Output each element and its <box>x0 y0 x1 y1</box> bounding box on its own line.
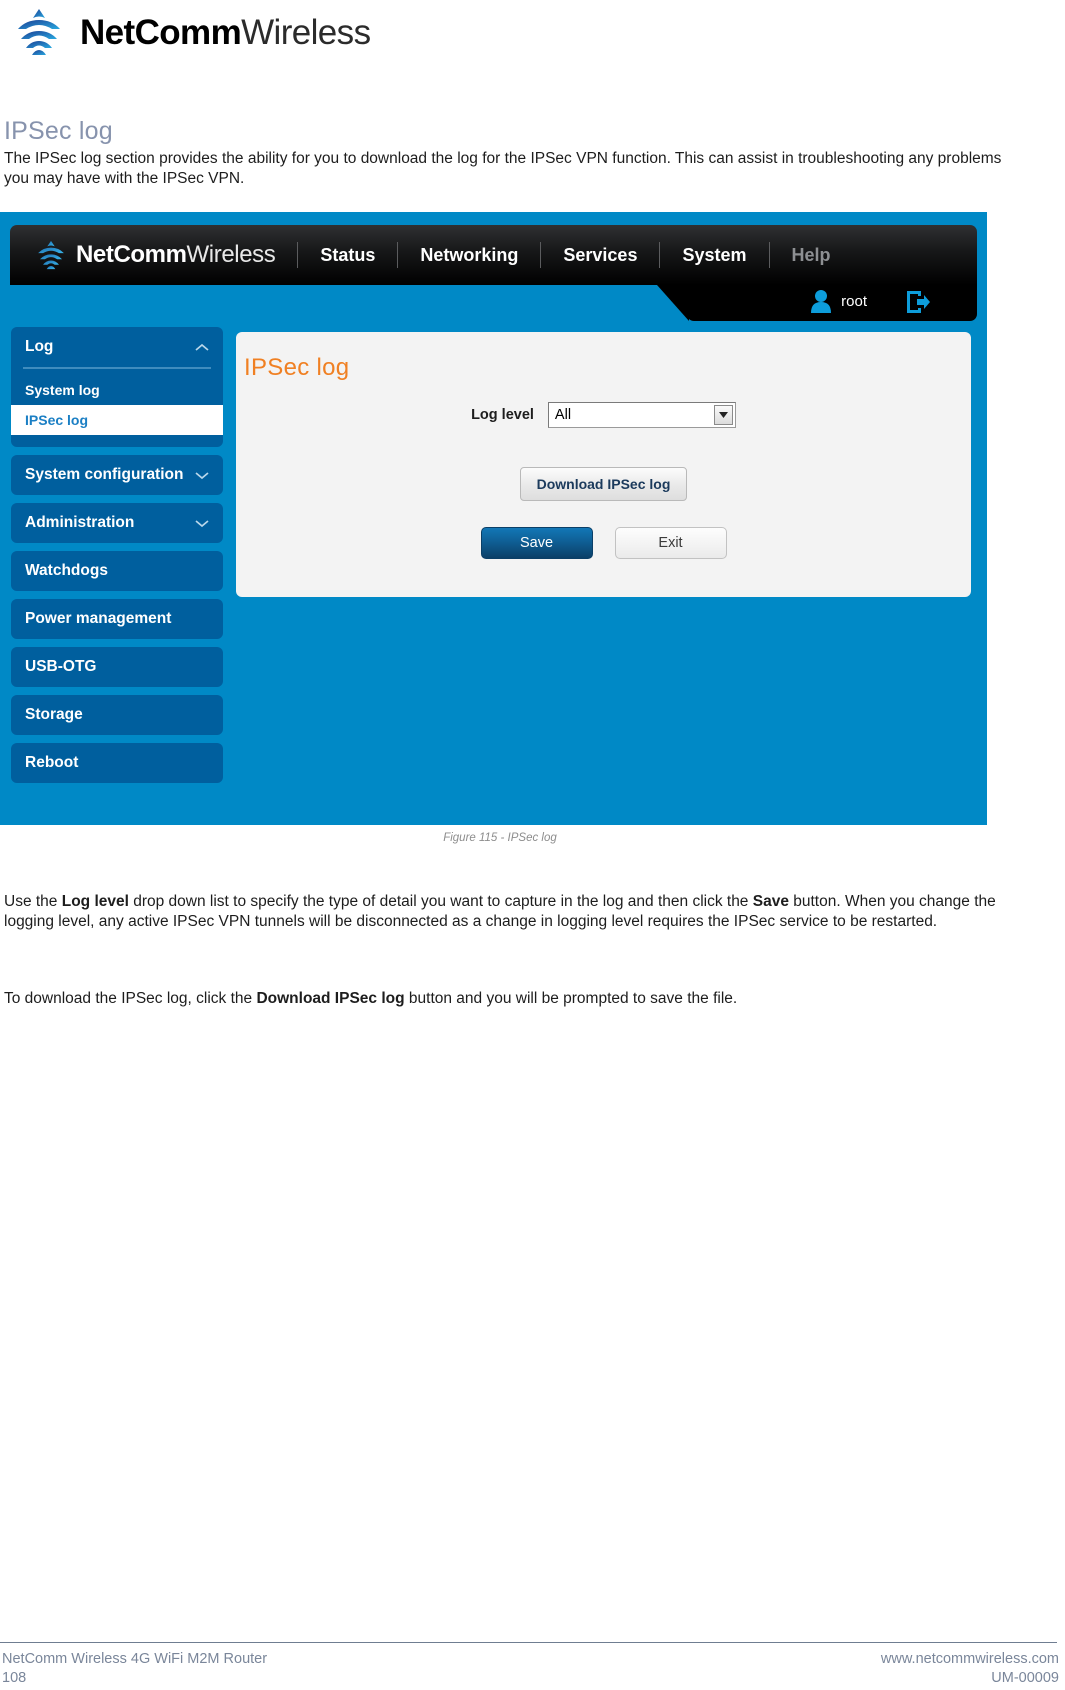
sidebar-group-label: Reboot <box>25 754 79 771</box>
sidebar-group-label: Storage <box>25 706 83 723</box>
sidebar-group-label: USB-OTG <box>25 658 97 675</box>
sidebar-group-power-management: Power management <box>11 599 223 639</box>
download-row: Download IPSec log <box>236 467 971 501</box>
nav-item-networking[interactable]: Networking <box>397 242 540 268</box>
user-strip-curve <box>657 285 689 321</box>
save-button[interactable]: Save <box>480 527 593 559</box>
navbar-user-strip: root <box>10 285 977 321</box>
chevron-up-icon <box>195 343 209 351</box>
logout-arrow-icon[interactable] <box>905 289 931 315</box>
sidebar-group-reboot: Reboot <box>11 743 223 783</box>
footer-right: www.netcommwireless.com UM-00009 <box>881 1650 1059 1688</box>
sidebar-group-label: Administration <box>25 514 135 531</box>
sidebar-item-reboot[interactable]: Reboot <box>11 743 223 783</box>
router-sidebar: Log System log IPSec log System configur… <box>11 327 223 791</box>
sidebar-item-watchdogs[interactable]: Watchdogs <box>11 551 223 591</box>
use-bold-save: Save <box>752 892 789 910</box>
footer-website: www.netcommwireless.com <box>880 1651 1059 1667</box>
wifi-arcs-icon <box>18 9 60 55</box>
nav-item-system[interactable]: System <box>659 242 768 268</box>
chevron-down-icon <box>195 519 209 527</box>
sidebar-group-watchdogs: Watchdogs <box>11 551 223 591</box>
panel-actions: Save Exit <box>236 527 971 559</box>
log-level-value: All <box>554 407 572 423</box>
panel-title: IPSec log <box>244 354 350 381</box>
intro-paragraph: The IPSec log section provides the abili… <box>4 149 1002 187</box>
chevron-down-icon <box>195 471 209 479</box>
navbar-wordmark: NetCommWireless <box>76 241 276 269</box>
router-navbar: NetCommWireless Status Networking Servic… <box>10 225 977 285</box>
user-name-label: root <box>841 292 867 310</box>
log-level-row: Log level All <box>236 402 971 428</box>
nav-item-help[interactable]: Help <box>768 242 853 268</box>
use-text-2: drop down list to specify the type of de… <box>128 892 753 910</box>
sidebar-divider <box>23 367 211 369</box>
brand-wordmark: NetCommWireless <box>80 12 371 52</box>
sidebar-group-system-configuration: System configuration <box>11 455 223 495</box>
footer-product-name: NetComm Wireless 4G WiFi M2M Router <box>2 1651 268 1667</box>
page-logo: NetCommWireless <box>8 4 371 60</box>
log-level-select[interactable]: All <box>547 402 736 428</box>
navbar-brand-bold: NetComm <box>76 241 187 268</box>
navbar-logo: NetCommWireless <box>32 238 276 272</box>
sidebar-group-label: Log <box>25 338 54 355</box>
footer-document-code: UM-00009 <box>991 1670 1059 1686</box>
sidebar-group-log: Log System log IPSec log <box>11 327 223 447</box>
footer-page-number: 108 <box>2 1670 27 1686</box>
sidebar-item-log[interactable]: Log <box>11 327 223 367</box>
sidebar-group-label: Watchdogs <box>25 562 108 579</box>
nav-item-services[interactable]: Services <box>540 242 659 268</box>
chevron-down-icon[interactable] <box>713 405 733 425</box>
log-level-label: Log level <box>471 407 534 423</box>
sidebar-group-storage: Storage <box>11 695 223 735</box>
ipsec-log-panel: IPSec log Log level All Download IPSec l… <box>236 332 971 597</box>
sidebar-group-label: System configuration <box>25 466 184 483</box>
current-user: root <box>810 289 867 313</box>
download-text-1: To download the IPSec log, click the <box>4 989 257 1007</box>
download-text-2: button and you will be prompted to save … <box>404 989 738 1007</box>
footer-divider <box>0 1642 1057 1643</box>
sidebar-item-usb-otg[interactable]: USB-OTG <box>11 647 223 687</box>
wifi-arcs-icon <box>38 240 64 270</box>
exit-button[interactable]: Exit <box>614 527 727 559</box>
download-instruction-paragraph: To download the IPSec log, click the Dow… <box>4 989 1004 1009</box>
navbar-menu: Status Networking Services System Help <box>297 242 852 268</box>
page-title: IPSec log <box>4 116 113 145</box>
nav-item-status[interactable]: Status <box>297 242 397 268</box>
person-icon <box>811 290 832 313</box>
use-bold-log-level: Log level <box>61 892 129 910</box>
use-text-1: Use the <box>4 892 62 910</box>
sidebar-item-storage[interactable]: Storage <box>11 695 223 735</box>
footer-left: NetComm Wireless 4G WiFi M2M Router 108 <box>2 1650 267 1688</box>
sidebar-item-system-log[interactable]: System log <box>11 375 223 405</box>
sidebar-group-label: Power management <box>25 610 172 627</box>
download-bold-button: Download IPSec log <box>256 989 405 1007</box>
brand-light: Wireless <box>241 12 371 52</box>
sidebar-group-usb-otg: USB-OTG <box>11 647 223 687</box>
sidebar-item-ipsec-log[interactable]: IPSec log <box>11 405 223 435</box>
sidebar-item-system-configuration[interactable]: System configuration <box>11 455 223 495</box>
navbar-brand-light: Wireless <box>186 241 276 268</box>
sidebar-item-power-management[interactable]: Power management <box>11 599 223 639</box>
figure-caption: Figure 115 - IPSec log <box>443 832 557 844</box>
download-ipsec-log-button[interactable]: Download IPSec log <box>519 467 688 501</box>
use-log-level-paragraph: Use the Log level drop down list to spec… <box>4 892 1004 932</box>
sidebar-group-administration: Administration <box>11 503 223 543</box>
brand-bold: NetComm <box>80 12 242 52</box>
sidebar-item-administration[interactable]: Administration <box>11 503 223 543</box>
